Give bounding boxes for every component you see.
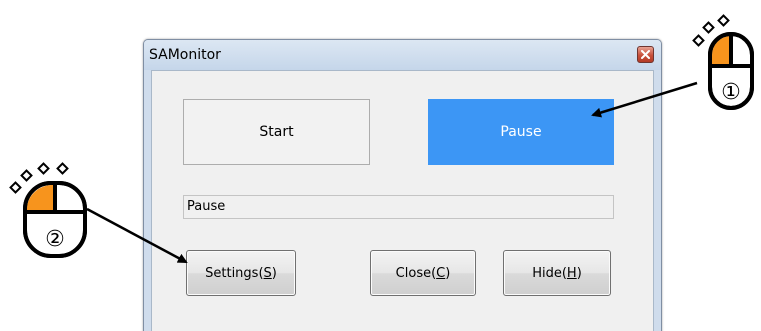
callout-1-arrow [591,81,698,118]
callout-1-marker: ① [721,80,741,105]
screenshot-stage: SAMonitor Start Pause Pause Settings(S) … [0,0,761,331]
callout-2: ② [9,162,188,264]
callout-2-marker: ② [45,227,65,252]
callout-1: ① [591,14,754,118]
callout-2-arrow [86,207,188,264]
callout-overlay: ① ② [9,14,754,264]
